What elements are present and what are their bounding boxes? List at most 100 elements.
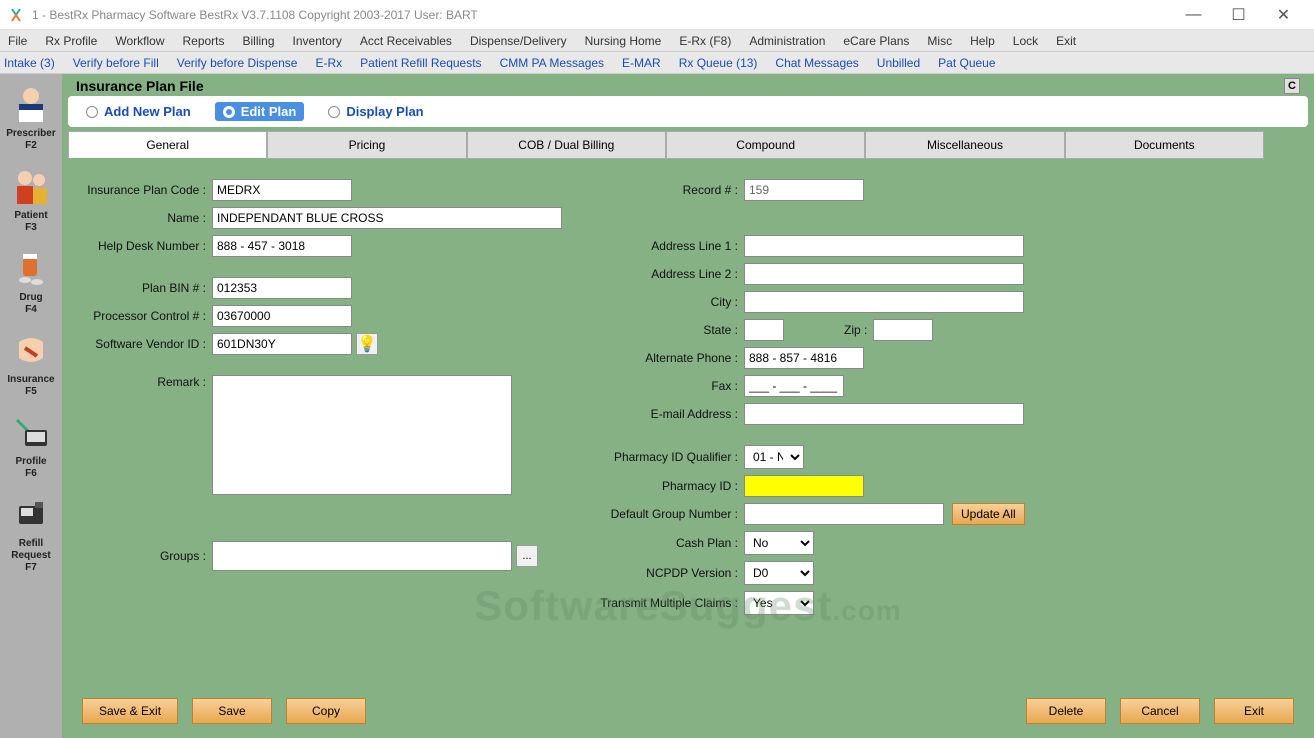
input-altphone[interactable] bbox=[744, 347, 864, 369]
cancel-button[interactable]: Cancel bbox=[1120, 698, 1200, 724]
sub-rxqueue[interactable]: Rx Queue (13) bbox=[679, 56, 758, 70]
sidebar-label: PrescriberF2 bbox=[2, 128, 60, 152]
menu-erx[interactable]: E-Rx (F8) bbox=[679, 34, 731, 48]
input-email[interactable] bbox=[744, 403, 1024, 425]
copy-button[interactable]: Copy bbox=[286, 698, 366, 724]
sub-verify-fill[interactable]: Verify before Fill bbox=[73, 56, 159, 70]
sub-refill-requests[interactable]: Patient Refill Requests bbox=[360, 56, 481, 70]
menu-reports[interactable]: Reports bbox=[182, 34, 224, 48]
label-remark: Remark : bbox=[78, 375, 212, 389]
sidebar-refill[interactable]: Refill RequestF7 bbox=[2, 488, 60, 582]
input-planbin[interactable] bbox=[212, 277, 352, 299]
menu-workflow[interactable]: Workflow bbox=[115, 34, 164, 48]
radio-icon bbox=[328, 106, 340, 118]
label-pharmqual: Pharmacy ID Qualifier : bbox=[588, 450, 744, 464]
tab-compound[interactable]: Compound bbox=[666, 131, 865, 159]
exit-button[interactable]: Exit bbox=[1214, 698, 1294, 724]
input-helpdesk[interactable] bbox=[212, 235, 352, 257]
menu-admin[interactable]: Administration bbox=[749, 34, 825, 48]
menu-inventory[interactable]: Inventory bbox=[293, 34, 342, 48]
sub-unbilled[interactable]: Unbilled bbox=[877, 56, 920, 70]
input-plan-code[interactable] bbox=[212, 179, 352, 201]
input-state[interactable] bbox=[744, 319, 784, 341]
sidebar: PrescriberF2 PatientF3 DrugF4 InsuranceF… bbox=[0, 74, 62, 738]
tab-extra bbox=[1264, 131, 1308, 159]
sidebar-label: PatientF3 bbox=[2, 210, 60, 234]
sidebar-insurance[interactable]: InsuranceF5 bbox=[2, 324, 60, 406]
save-button[interactable]: Save bbox=[192, 698, 272, 724]
maximize-button[interactable]: ☐ bbox=[1216, 0, 1261, 30]
input-groupnum[interactable] bbox=[744, 503, 944, 525]
titlebar: 1 - BestRx Pharmacy Software BestRx V3.7… bbox=[0, 0, 1314, 30]
input-vendor[interactable] bbox=[212, 333, 352, 355]
corner-button[interactable]: C bbox=[1284, 78, 1300, 94]
menu-exit[interactable]: Exit bbox=[1056, 34, 1076, 48]
input-pharmid[interactable] bbox=[744, 475, 864, 497]
menubar: File Rx Profile Workflow Reports Billing… bbox=[0, 30, 1314, 52]
sub-cmm[interactable]: CMM PA Messages bbox=[500, 56, 604, 70]
sub-erx[interactable]: E-Rx bbox=[315, 56, 342, 70]
textarea-remark[interactable] bbox=[212, 375, 512, 495]
close-button[interactable]: ✕ bbox=[1261, 0, 1306, 30]
label-cash: Cash Plan : bbox=[588, 536, 744, 550]
page-title: Insurance Plan File bbox=[76, 78, 204, 94]
sidebar-prescriber[interactable]: PrescriberF2 bbox=[2, 78, 60, 160]
label-city: City : bbox=[588, 295, 744, 309]
input-processor[interactable] bbox=[212, 305, 352, 327]
input-city[interactable] bbox=[744, 291, 1024, 313]
label-ncpdp: NCPDP Version : bbox=[588, 566, 744, 580]
sidebar-drug[interactable]: DrugF4 bbox=[2, 242, 60, 324]
lightbulb-icon[interactable]: 💡 bbox=[356, 333, 378, 355]
mode-edit[interactable]: Edit Plan bbox=[215, 102, 305, 121]
input-fax[interactable] bbox=[744, 375, 844, 397]
content-area: Insurance Plan File C Add New Plan Edit … bbox=[62, 74, 1314, 738]
sidebar-profile[interactable]: ProfileF6 bbox=[2, 406, 60, 488]
tab-misc[interactable]: Miscellaneous bbox=[865, 131, 1064, 159]
sub-intake[interactable]: Intake (3) bbox=[4, 56, 55, 70]
label-altphone: Alternate Phone : bbox=[588, 351, 744, 365]
input-addr1[interactable] bbox=[744, 235, 1024, 257]
label-addr1: Address Line 1 : bbox=[588, 239, 744, 253]
menu-misc[interactable]: Misc bbox=[927, 34, 952, 48]
label-vendor: Software Vendor ID : bbox=[78, 337, 212, 351]
label-pharmid: Pharmacy ID : bbox=[588, 479, 744, 493]
minimize-button[interactable]: — bbox=[1171, 0, 1216, 30]
save-exit-button[interactable]: Save & Exit bbox=[82, 698, 178, 724]
menu-billing[interactable]: Billing bbox=[243, 34, 275, 48]
select-cash[interactable]: No bbox=[744, 531, 814, 555]
menu-acctreceivables[interactable]: Acct Receivables bbox=[360, 34, 452, 48]
select-pharmqual[interactable]: 01 - N bbox=[744, 445, 804, 469]
sub-verify-dispense[interactable]: Verify before Dispense bbox=[177, 56, 298, 70]
input-name[interactable] bbox=[212, 207, 562, 229]
sub-emar[interactable]: E-MAR bbox=[622, 56, 661, 70]
insurance-icon bbox=[9, 328, 53, 372]
update-all-button[interactable]: Update All bbox=[952, 503, 1025, 525]
label-addr2: Address Line 2 : bbox=[588, 267, 744, 281]
menu-rxprofile[interactable]: Rx Profile bbox=[45, 34, 97, 48]
menu-ecare[interactable]: eCare Plans bbox=[843, 34, 909, 48]
label-name: Name : bbox=[78, 211, 212, 225]
mode-display[interactable]: Display Plan bbox=[328, 104, 423, 119]
label-planbin: Plan BIN # : bbox=[78, 281, 212, 295]
sub-chat[interactable]: Chat Messages bbox=[775, 56, 858, 70]
tab-docs[interactable]: Documents bbox=[1065, 131, 1264, 159]
delete-button[interactable]: Delete bbox=[1026, 698, 1106, 724]
menu-help[interactable]: Help bbox=[970, 34, 995, 48]
refill-icon bbox=[9, 492, 53, 536]
tab-general[interactable]: General bbox=[68, 131, 267, 159]
label-zip: Zip : bbox=[844, 323, 873, 337]
sidebar-patient[interactable]: PatientF3 bbox=[2, 160, 60, 242]
prescriber-icon bbox=[9, 82, 53, 126]
mode-add[interactable]: Add New Plan bbox=[86, 104, 191, 119]
sub-patqueue[interactable]: Pat Queue bbox=[938, 56, 995, 70]
menu-dispense[interactable]: Dispense/Delivery bbox=[470, 34, 567, 48]
tab-cob[interactable]: COB / Dual Billing bbox=[467, 131, 666, 159]
menu-nursing[interactable]: Nursing Home bbox=[585, 34, 662, 48]
ellipsis-button[interactable]: ... bbox=[516, 545, 538, 567]
input-zip[interactable] bbox=[873, 319, 933, 341]
menu-lock[interactable]: Lock bbox=[1013, 34, 1038, 48]
input-addr2[interactable] bbox=[744, 263, 1024, 285]
sidebar-label: DrugF4 bbox=[2, 292, 60, 316]
menu-file[interactable]: File bbox=[8, 34, 27, 48]
tab-pricing[interactable]: Pricing bbox=[267, 131, 466, 159]
